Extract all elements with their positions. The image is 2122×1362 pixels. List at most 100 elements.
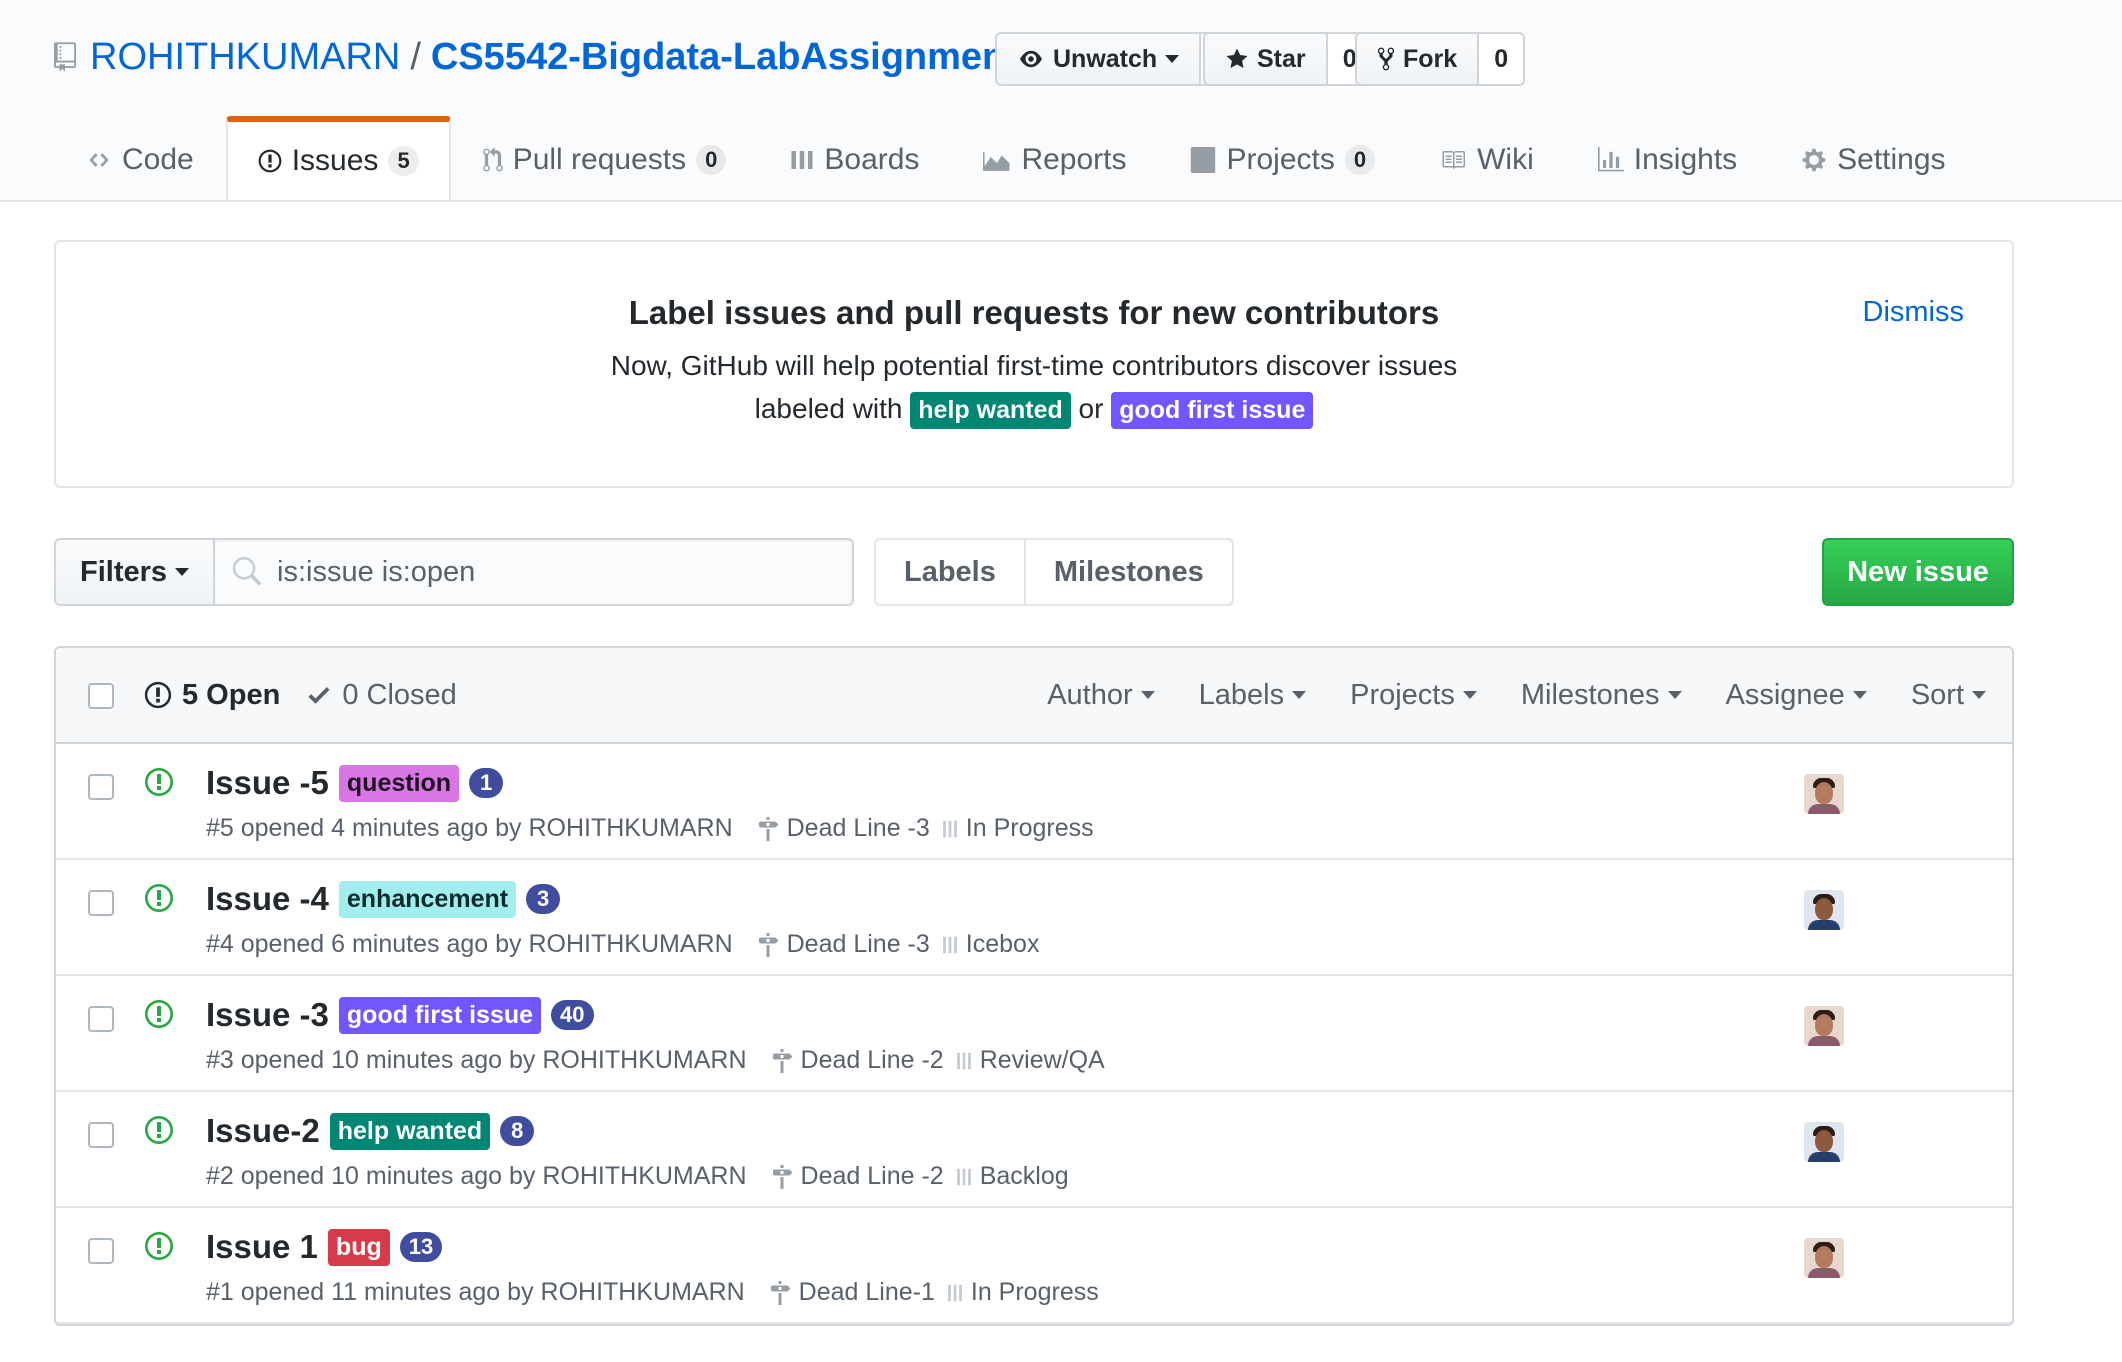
issue-milestone[interactable]: Dead Line -3 bbox=[757, 814, 930, 843]
tab-pull-requests[interactable]: Pull requests 0 bbox=[451, 118, 759, 200]
projects-counter: 0 bbox=[1344, 145, 1376, 175]
issue-row: Issue -5 question 1 #5 opened 4 minutes … bbox=[56, 744, 2012, 860]
milestones-menu-label: Milestones bbox=[1520, 678, 1660, 711]
issue-checkbox[interactable] bbox=[88, 1238, 114, 1264]
issue-milestone[interactable]: Dead Line -2 bbox=[771, 1046, 944, 1075]
chevron-down-icon bbox=[1462, 691, 1477, 699]
filters-search-group: Filters bbox=[54, 538, 855, 606]
assignee-avatar[interactable] bbox=[1804, 1122, 1844, 1162]
author-menu[interactable]: Author bbox=[1047, 678, 1155, 712]
issue-label[interactable]: enhancement bbox=[338, 880, 517, 918]
issue-opened-icon bbox=[144, 1230, 174, 1262]
issue-project[interactable]: In Progress bbox=[940, 814, 1094, 843]
issue-label[interactable]: good first issue bbox=[338, 996, 542, 1034]
book-icon bbox=[1439, 148, 1467, 172]
issue-label[interactable]: bug bbox=[327, 1228, 390, 1266]
select-all-checkbox[interactable] bbox=[88, 683, 114, 709]
issue-opened-icon bbox=[144, 766, 174, 798]
milestone-label: Dead Line -3 bbox=[786, 814, 930, 842]
author-menu-label: Author bbox=[1047, 678, 1133, 711]
chevron-down-icon bbox=[1140, 691, 1155, 699]
new-issue-button[interactable]: New issue bbox=[1822, 538, 2014, 606]
projects-menu-label: Projects bbox=[1350, 678, 1455, 711]
milestones-menu[interactable]: Milestones bbox=[1521, 679, 1682, 712]
milestone-icon bbox=[771, 1164, 793, 1189]
issue-opened-icon bbox=[144, 680, 172, 710]
tab-issues[interactable]: Issues 5 bbox=[225, 116, 451, 200]
issue-meta: #3 opened 10 minutes ago by ROHITHKUMARN bbox=[206, 1046, 747, 1074]
issue-meta: #5 opened 4 minutes ago by ROHITHKUMARN bbox=[206, 814, 733, 842]
issue-label[interactable]: question bbox=[338, 764, 460, 802]
projects-menu[interactable]: Projects bbox=[1350, 679, 1477, 712]
label-help-wanted[interactable]: help wanted bbox=[910, 392, 1071, 429]
tab-projects[interactable]: Projects 0 bbox=[1158, 118, 1407, 200]
gear-icon bbox=[1801, 147, 1827, 173]
issue-project[interactable]: Review/QA bbox=[954, 1046, 1105, 1075]
issues-counter: 5 bbox=[388, 146, 419, 176]
filters-button[interactable]: Filters bbox=[54, 538, 216, 606]
banner-connector: or bbox=[1078, 392, 1104, 424]
project-column-icon bbox=[954, 1050, 974, 1072]
pulls-counter: 0 bbox=[696, 145, 727, 175]
open-issues-link[interactable]: 5 Open bbox=[144, 679, 280, 712]
sort-menu[interactable]: Sort bbox=[1911, 679, 1986, 712]
repo-separator: / bbox=[410, 35, 421, 78]
assignee-avatar[interactable] bbox=[1804, 1238, 1844, 1278]
labels-link[interactable]: Labels bbox=[874, 538, 1026, 606]
issue-title-link[interactable]: Issue -4 bbox=[206, 880, 329, 918]
fork-label: Fork bbox=[1403, 44, 1458, 73]
dismiss-button[interactable]: Dismiss bbox=[1863, 296, 1965, 329]
repo-name-link[interactable]: CS5542-Bigdata-LabAssignments bbox=[431, 36, 1039, 79]
tab-boards-label: Boards bbox=[824, 143, 920, 176]
issue-milestone[interactable]: Dead Line-1 bbox=[769, 1278, 935, 1307]
code-icon bbox=[86, 149, 112, 171]
issue-checkbox[interactable] bbox=[88, 774, 114, 800]
tab-code[interactable]: Code bbox=[54, 118, 226, 200]
issue-project[interactable]: Backlog bbox=[954, 1162, 1069, 1191]
repo-owner-link[interactable]: ROHITHKUMARN bbox=[90, 36, 400, 79]
issue-label[interactable]: help wanted bbox=[329, 1112, 491, 1150]
unwatch-button[interactable]: Unwatch bbox=[995, 32, 1202, 86]
tab-wiki[interactable]: Wiki bbox=[1407, 118, 1566, 200]
issue-title-link[interactable]: Issue-2 bbox=[206, 1112, 320, 1150]
issue-title-link[interactable]: Issue 1 bbox=[206, 1228, 318, 1266]
assignee-avatar[interactable] bbox=[1804, 890, 1844, 930]
closed-issues-link[interactable]: 0 Closed bbox=[306, 679, 457, 712]
tab-insights[interactable]: Insights bbox=[1566, 118, 1769, 200]
check-icon bbox=[306, 681, 332, 709]
open-count: 5 Open bbox=[182, 678, 281, 711]
repo-nav: Code Issues 5 Pull requests 0 Boards Rep… bbox=[54, 116, 1978, 200]
issue-meta: #4 opened 6 minutes ago by ROHITHKUMARN bbox=[206, 930, 733, 958]
fork-button[interactable]: Fork bbox=[1355, 32, 1480, 86]
issue-milestone[interactable]: Dead Line -2 bbox=[771, 1162, 944, 1191]
project-column-icon bbox=[940, 818, 960, 840]
milestone-label: Dead Line -2 bbox=[800, 1046, 944, 1074]
issue-badge: 13 bbox=[399, 1232, 443, 1262]
issue-checkbox[interactable] bbox=[88, 1122, 114, 1148]
issue-title-link[interactable]: Issue -5 bbox=[206, 764, 329, 802]
eye-icon bbox=[1017, 48, 1045, 70]
sort-menu-label: Sort bbox=[1910, 678, 1964, 711]
search-input[interactable] bbox=[275, 554, 840, 590]
assignee-avatar[interactable] bbox=[1804, 1006, 1844, 1046]
assignee-menu[interactable]: Assignee bbox=[1726, 679, 1867, 712]
issue-project[interactable]: In Progress bbox=[945, 1278, 1099, 1307]
issue-badge: 1 bbox=[469, 768, 504, 798]
milestones-link[interactable]: Milestones bbox=[1025, 538, 1234, 606]
issue-checkbox[interactable] bbox=[88, 890, 114, 916]
banner-labels-line: labeled with help wanted or good first i… bbox=[56, 392, 2012, 429]
tab-boards[interactable]: Boards bbox=[758, 118, 951, 200]
forks-count[interactable]: 0 bbox=[1479, 32, 1526, 86]
tab-settings[interactable]: Settings bbox=[1769, 118, 1977, 200]
issue-project[interactable]: Icebox bbox=[940, 930, 1039, 959]
label-good-first-issue[interactable]: good first issue bbox=[1111, 392, 1314, 429]
issue-milestone[interactable]: Dead Line -3 bbox=[757, 930, 930, 959]
issue-title-link[interactable]: Issue -3 bbox=[206, 996, 329, 1034]
tab-reports[interactable]: Reports bbox=[951, 118, 1158, 200]
project-column-icon bbox=[954, 1166, 974, 1188]
star-label: Star bbox=[1257, 44, 1306, 73]
issue-checkbox[interactable] bbox=[88, 1006, 114, 1032]
labels-menu[interactable]: Labels bbox=[1199, 679, 1307, 712]
assignee-avatar[interactable] bbox=[1804, 774, 1844, 814]
star-button[interactable]: Star bbox=[1203, 32, 1328, 86]
